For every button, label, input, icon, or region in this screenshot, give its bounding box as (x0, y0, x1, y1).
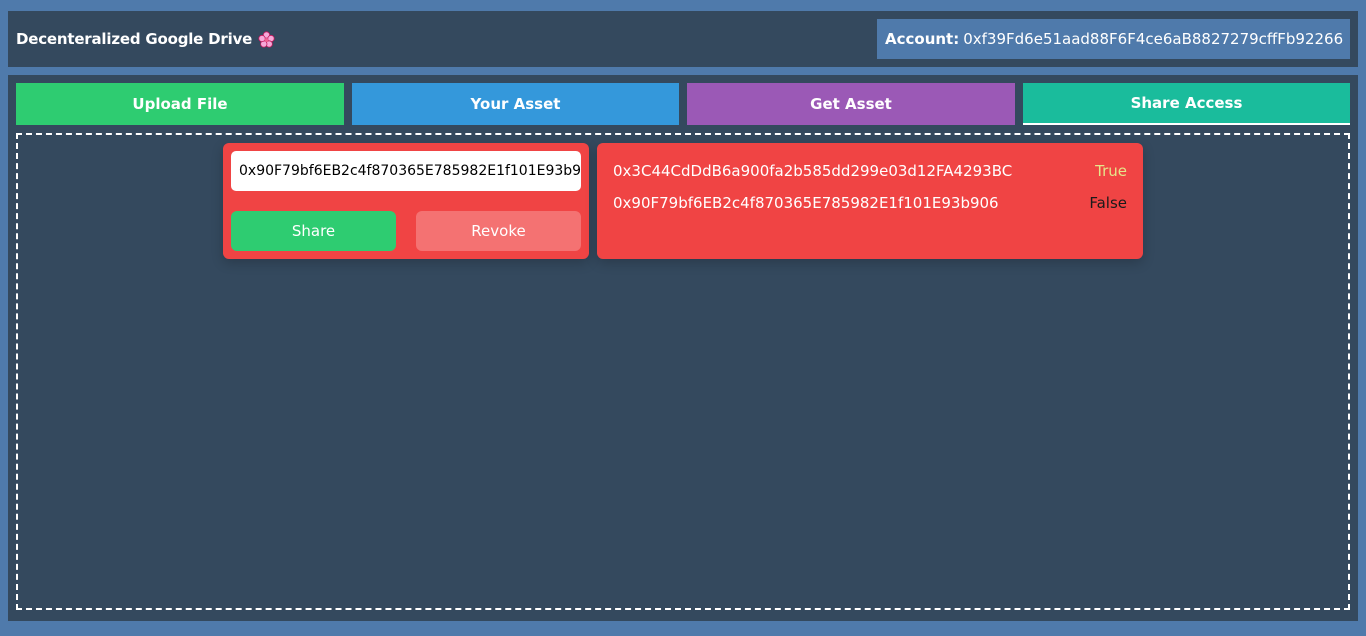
access-status: False (1089, 194, 1127, 212)
main-panel: Upload File Your Asset Get Asset Share A… (8, 75, 1358, 621)
access-list-card: 0x3C44CdDdB6a900fa2b585dd299e03d12FA4293… (597, 143, 1143, 259)
tab-upload-file[interactable]: Upload File (16, 83, 344, 125)
app-title-wrap: Decenteralized Google Drive (16, 30, 275, 48)
flower-icon (258, 30, 275, 48)
access-address: 0x90F79bf6EB2c4f870365E785982E1f101E93b9… (613, 194, 999, 212)
tab-your-asset[interactable]: Your Asset (352, 83, 679, 125)
account-display: Account: 0xf39Fd6e51aad88F6F4ce6aB882727… (877, 19, 1350, 59)
revoke-button[interactable]: Revoke (416, 211, 581, 251)
tab-share-access[interactable]: Share Access (1023, 83, 1350, 125)
tab-get-asset[interactable]: Get Asset (687, 83, 1015, 125)
app-title: Decenteralized Google Drive (16, 30, 253, 48)
share-button[interactable]: Share (231, 211, 396, 251)
access-address: 0x3C44CdDdB6a900fa2b585dd299e03d12FA4293… (613, 162, 1013, 180)
address-input[interactable]: 0x90F79bf6EB2c4f870365E785982E1f101E93b9… (231, 151, 581, 191)
access-status: True (1095, 162, 1127, 180)
share-card: 0x90F79bf6EB2c4f870365E785982E1f101E93b9… (223, 143, 589, 259)
account-address: 0xf39Fd6e51aad88F6F4ce6aB8827279cffFb922… (963, 30, 1344, 48)
access-list-item: 0x90F79bf6EB2c4f870365E785982E1f101E93b9… (613, 192, 1127, 214)
access-list-item: 0x3C44CdDdB6a900fa2b585dd299e03d12FA4293… (613, 160, 1127, 182)
account-label: Account: (885, 30, 960, 48)
app-header: Decenteralized Google Drive Account: 0xf… (8, 11, 1358, 67)
